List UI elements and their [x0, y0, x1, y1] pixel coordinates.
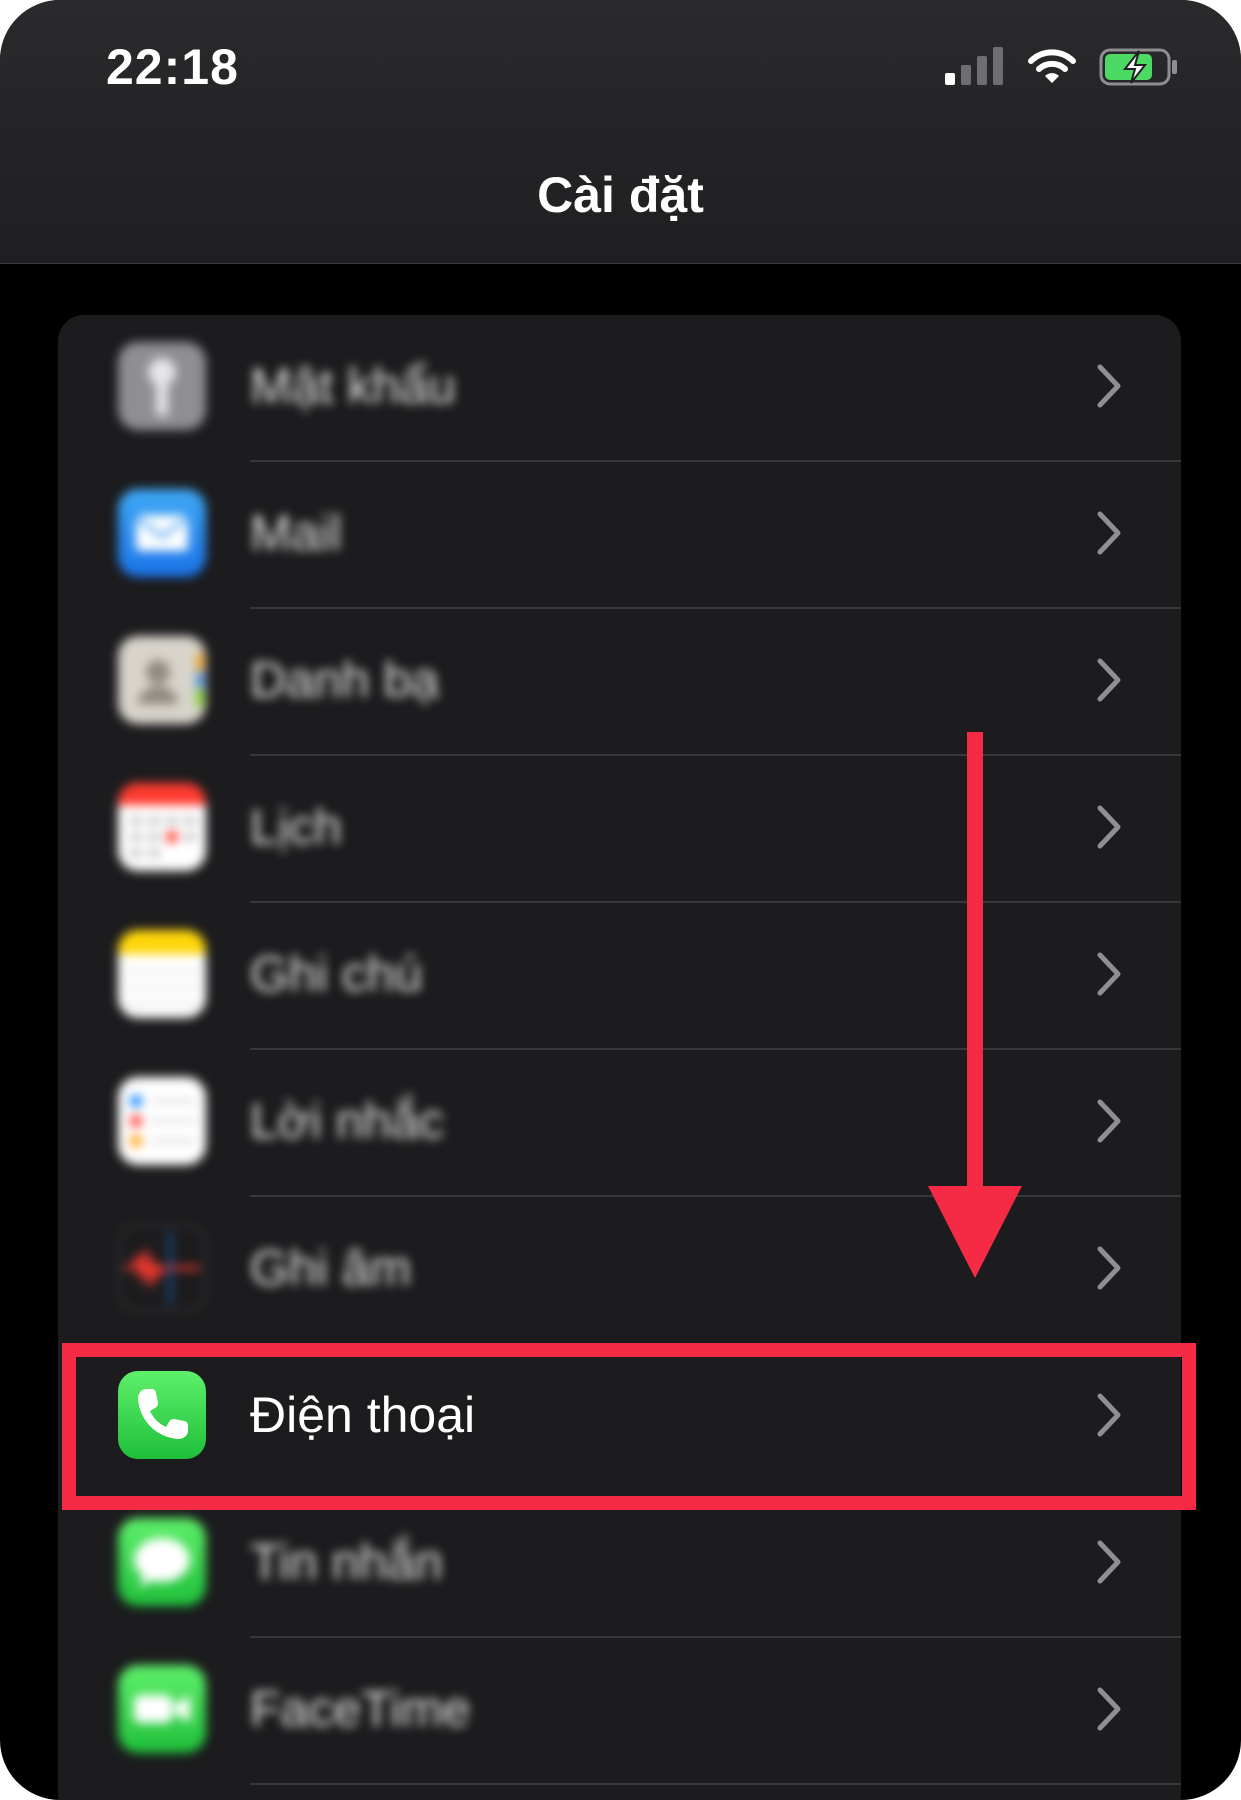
notes-icon — [118, 930, 206, 1018]
highlight-box — [62, 1343, 1196, 1510]
navigation-bar: 22:18 Cài đặt — [0, 0, 1241, 264]
settings-item-label: Lịch — [250, 799, 342, 855]
status-icons — [945, 44, 1179, 90]
cellular-signal-icon — [945, 47, 1003, 85]
calendar-icon — [118, 783, 206, 871]
settings-item-label: Danh bạ — [250, 652, 440, 708]
settings-item-label: Ghi âm — [250, 1240, 412, 1296]
reminders-icon — [118, 1077, 206, 1165]
status-time: 22:18 — [106, 39, 239, 95]
settings-item-label: Tin nhắn — [250, 1534, 443, 1590]
voice-memos-icon — [118, 1224, 206, 1312]
chevron-right-icon — [1097, 511, 1121, 555]
settings-item-passwords[interactable]: Mật khẩu — [58, 315, 1181, 462]
down-arrow-icon — [928, 732, 1022, 1278]
chevron-right-icon — [1097, 658, 1121, 702]
chevron-right-icon — [1097, 952, 1121, 996]
settings-item-label: Mật khẩu — [250, 358, 456, 414]
chevron-right-icon — [1097, 1099, 1121, 1143]
settings-item-label: Ghi chú — [250, 946, 423, 1002]
settings-item-label: Lời nhắc — [250, 1093, 445, 1149]
battery-charging-icon — [1099, 48, 1177, 86]
chevron-right-icon — [1097, 805, 1121, 849]
contacts-icon — [118, 636, 206, 724]
settings-item-mail[interactable]: Mail — [58, 462, 1181, 609]
settings-item-label: FaceTime — [250, 1681, 471, 1737]
settings-item-facetime[interactable]: FaceTime — [58, 1638, 1181, 1785]
chevron-right-icon — [1097, 364, 1121, 408]
page-title: Cài đặt — [537, 167, 704, 223]
row-separator — [250, 1783, 1181, 1785]
facetime-icon — [118, 1665, 206, 1753]
chevron-right-icon — [1097, 1246, 1121, 1290]
key-icon — [118, 342, 206, 430]
chevron-right-icon — [1097, 1687, 1121, 1731]
chevron-right-icon — [1097, 1540, 1121, 1584]
phone-screen: 22:18 Cài đặt Mật khẩu Mail Danh bạ Lịch… — [0, 0, 1241, 1800]
settings-item-label: Mail — [250, 505, 342, 561]
settings-item-messages[interactable]: Tin nhắn — [58, 1491, 1181, 1638]
messages-icon — [118, 1518, 206, 1606]
wifi-icon — [1028, 49, 1076, 83]
mail-icon — [118, 489, 206, 577]
